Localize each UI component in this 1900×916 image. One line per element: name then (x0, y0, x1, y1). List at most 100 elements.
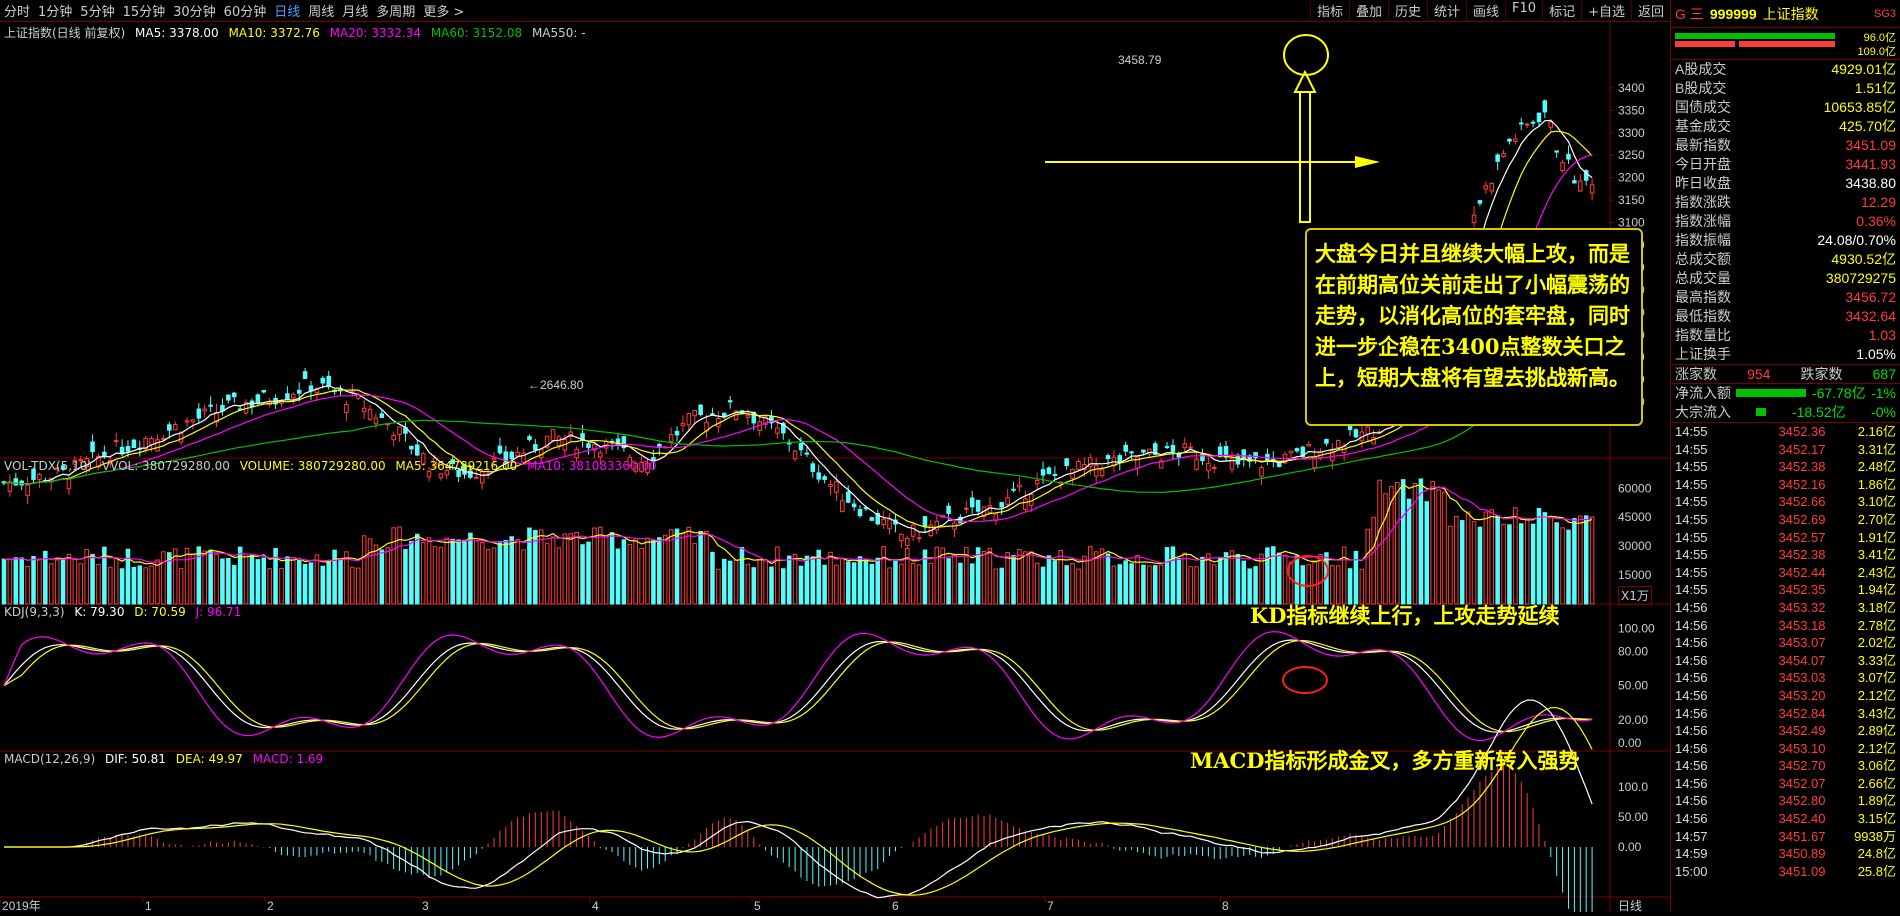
candle-body (291, 393, 296, 399)
flow-label: 大宗流入 (1675, 404, 1731, 420)
candle-body (527, 436, 532, 440)
tick-row: 14:56 3453.03 3.07亿 (1671, 669, 1900, 687)
stat-label: 国债成交 (1675, 99, 1731, 115)
tick-row: 14:55 3452.17 3.31亿 (1671, 441, 1900, 459)
period-tab[interactable]: 15分钟 (119, 1, 170, 20)
volume-bar (237, 546, 243, 605)
tool-button[interactable]: F10 (1505, 1, 1542, 20)
period-tab[interactable]: 周线 (304, 1, 338, 20)
volume-bar (308, 562, 314, 605)
menu-icon[interactable]: 三 (1690, 4, 1704, 24)
candle-body (509, 451, 514, 460)
period-tab[interactable]: 更多 > (419, 1, 468, 20)
volume-bar (31, 556, 36, 605)
candle-body (373, 417, 379, 425)
candle-body (1206, 463, 1211, 472)
candle-body (1117, 455, 1123, 463)
candle-body (125, 445, 131, 452)
period-tab[interactable]: 日线 (270, 1, 304, 20)
candle-body (1306, 444, 1311, 447)
volume-bar (462, 539, 467, 605)
period-tab[interactable]: 1分钟 (34, 1, 76, 20)
tool-button[interactable]: 指标 (1309, 1, 1349, 20)
volume-bar (243, 553, 249, 605)
candle-body (1530, 121, 1536, 124)
candle-body (698, 404, 703, 415)
tick-time: 14:56 (1675, 793, 1708, 809)
volume-bar (1105, 553, 1111, 605)
tool-button[interactable]: 画线 (1466, 1, 1505, 20)
candle-body (869, 517, 875, 521)
candle-body (131, 439, 137, 449)
tick-time: 14:56 (1675, 635, 1708, 651)
volume-bar (125, 548, 131, 605)
volume-bar (727, 560, 733, 605)
price-axis-label: 3300 (1618, 126, 1645, 140)
stat-row: 最高指数 3456.72 (1671, 288, 1900, 307)
volume-bar (1306, 564, 1311, 605)
candle-body (1194, 458, 1199, 470)
volume-bar (1005, 552, 1010, 605)
tick-volume: 1.86亿 (1857, 476, 1896, 492)
volume-bar (769, 566, 774, 605)
candle-body (37, 473, 42, 480)
tick-volume: 1.94亿 (1857, 582, 1896, 598)
stat-row: 总成交量 380729275 (1671, 269, 1900, 288)
tick-row: 14:56 3454.07 3.33亿 (1671, 652, 1900, 670)
volume-bar (479, 542, 485, 605)
period-tab[interactable]: 5分钟 (76, 1, 118, 20)
tick-row: 14:55 3452.35 1.94亿 (1671, 581, 1900, 599)
period-tab[interactable]: 分时 (0, 1, 34, 20)
candle-body (881, 518, 886, 526)
quote-panel: G 三 999999 上证指数 SG3 96.0亿 109.0亿 A股成交 492… (1670, 0, 1900, 912)
volume-bar (1046, 555, 1052, 605)
market-badge: SG3 (1873, 7, 1896, 20)
candle-body (1235, 454, 1241, 465)
tool-button[interactable]: 返回 (1630, 1, 1670, 20)
stat-label: 总成交额 (1675, 251, 1731, 267)
period-tab[interactable]: 月线 (338, 1, 372, 20)
volume-bar (1182, 552, 1188, 605)
volume-bar (645, 537, 650, 605)
volume-bar (674, 528, 680, 605)
volume-bar (267, 568, 272, 605)
tool-button[interactable]: 标记 (1542, 1, 1581, 20)
volume-bar (1123, 560, 1128, 605)
volume-bar (1206, 553, 1211, 605)
volume-bar (1064, 565, 1069, 605)
tick-time: 14:55 (1675, 459, 1708, 475)
candle-body (479, 471, 485, 484)
volume-bar (940, 547, 945, 605)
tick-volume: 2.78亿 (1857, 617, 1896, 633)
tick-row: 14:55 3452.16 1.86亿 (1671, 476, 1900, 494)
volume-bar (1459, 520, 1465, 605)
volume-bar (822, 564, 827, 605)
tool-button[interactable]: +自选 (1581, 1, 1631, 20)
volume-bar (450, 538, 455, 605)
candle-body (25, 484, 30, 496)
tool-button[interactable]: 历史 (1387, 1, 1427, 20)
vol-ma10-label: MA10: 381083360.00 (527, 459, 657, 473)
volume-bar (704, 530, 709, 605)
volume-bar (1583, 515, 1589, 605)
volume-bar (1023, 551, 1028, 605)
candle-body (167, 424, 172, 431)
flow-pct: -0% (1871, 404, 1896, 420)
volume-bar (651, 540, 656, 605)
tick-price: 3452.70 (1778, 758, 1826, 774)
tool-button[interactable]: 叠加 (1348, 1, 1388, 20)
volume-bar (916, 564, 922, 605)
volume-bar (1312, 560, 1317, 605)
stat-row: A股成交 4929.01亿 (1671, 60, 1900, 79)
kdj-j-line (3, 630, 1593, 742)
tick-list[interactable]: 14:55 3452.36 2.16亿 14:55 3452.17 3.31亿 14:55 3… (1671, 423, 1900, 880)
volume-bar (804, 555, 810, 605)
period-tab[interactable]: 60分钟 (220, 1, 271, 20)
volume-bar (1235, 553, 1241, 605)
period-tab[interactable]: 30分钟 (169, 1, 220, 20)
volume-bar (1542, 512, 1548, 605)
tool-button[interactable]: 统计 (1427, 1, 1466, 20)
volume-bar (899, 563, 904, 605)
period-tab[interactable]: 多周期 (372, 1, 419, 20)
candle-body (680, 422, 686, 427)
